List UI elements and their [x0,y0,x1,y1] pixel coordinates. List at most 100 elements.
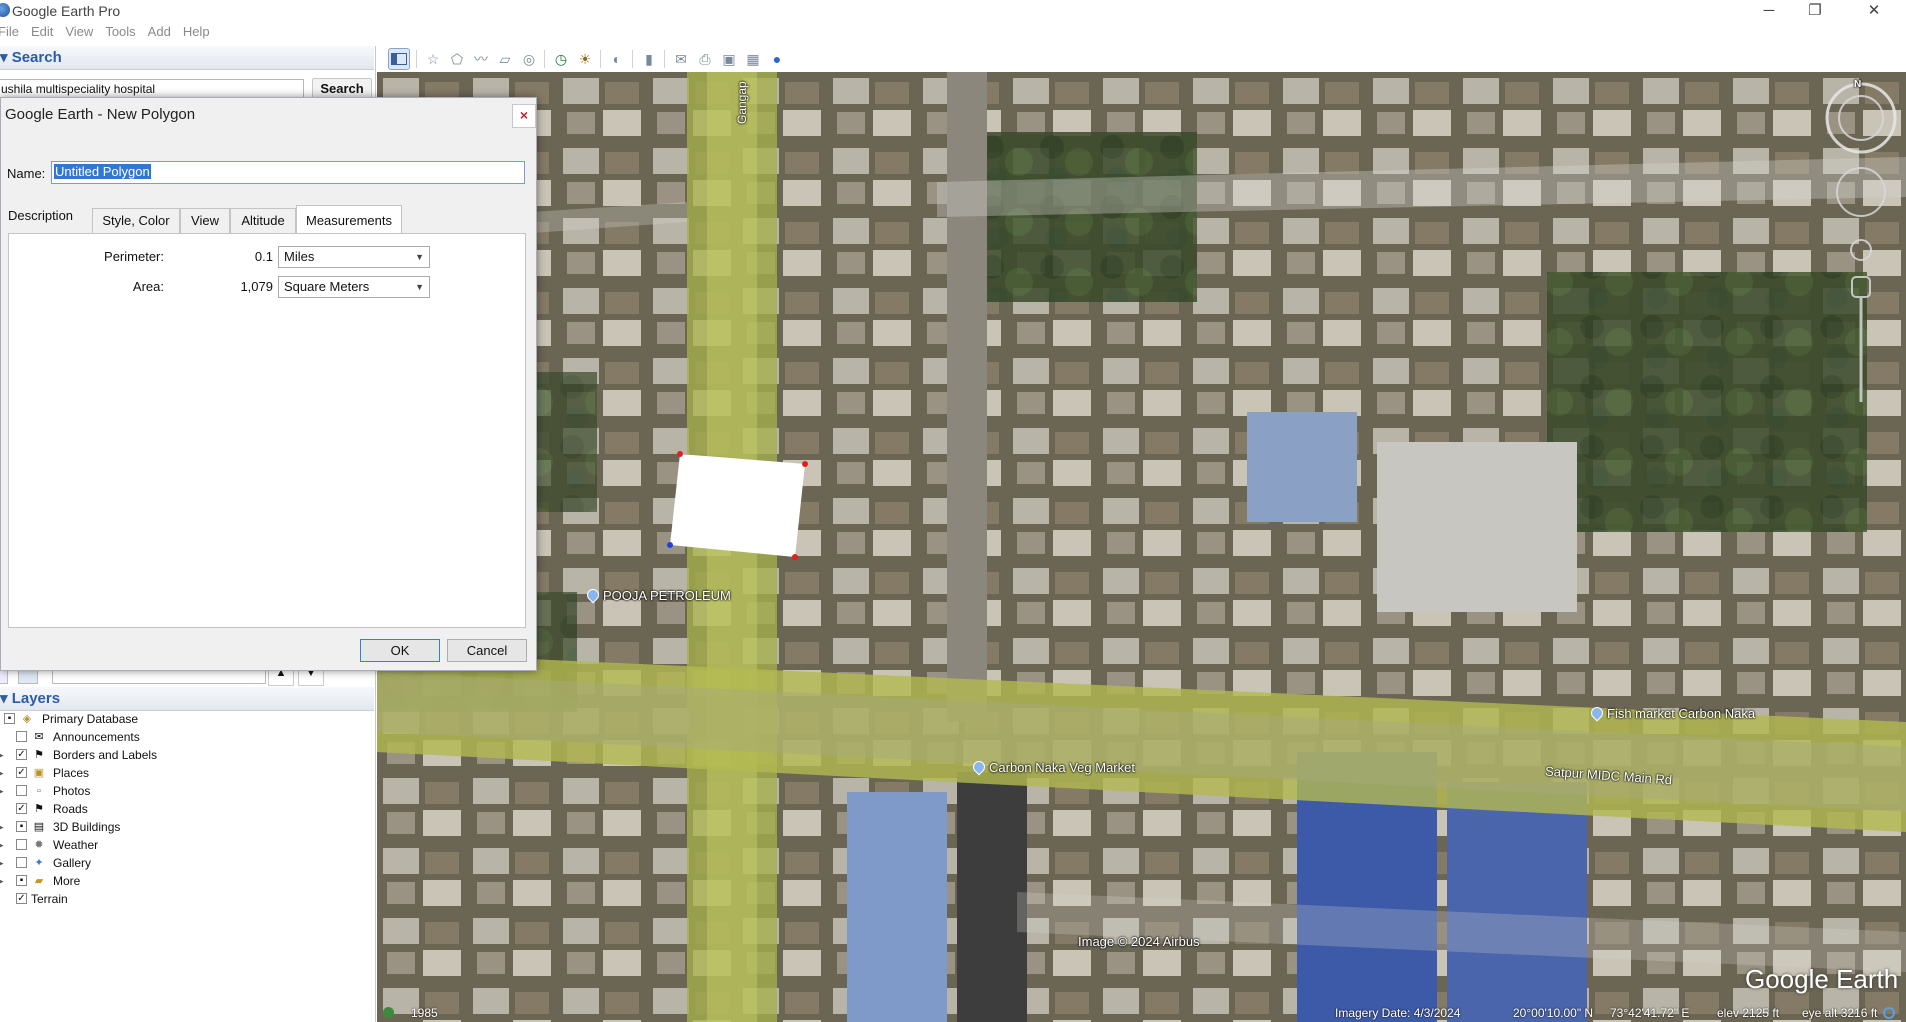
expand-arrow-icon[interactable]: ▸ [0,818,4,836]
area-value: 1,079 [240,279,273,294]
menu-edit[interactable]: Edit [31,24,53,39]
road-label-vertical: Gangap [735,81,749,124]
movie-maker-icon[interactable]: ▦ [742,48,764,70]
layers-list: ▪ ◈ Primary Database ✉ Announcements ▸ ✓… [0,710,374,908]
checkbox[interactable]: ▪ [4,713,15,724]
menu-bar: File Edit View Tools Add Help [0,24,380,44]
checkbox[interactable] [16,785,27,796]
layer-borders-and-labels[interactable]: ▸ ✓ ⚑ Borders and Labels [0,746,374,764]
historical-imagery-icon[interactable] [383,1007,394,1018]
expand-arrow-icon[interactable]: ▸ [0,836,4,854]
layer-terrain[interactable]: ✓ Terrain [0,890,374,908]
poi-veg-market[interactable]: Carbon Naka Veg Market [970,758,1135,776]
place-pin-icon [1588,704,1606,722]
checkbox[interactable] [16,731,27,742]
layer-photos[interactable]: ▸ ▫ Photos [0,782,374,800]
expand-arrow-icon[interactable]: ▸ [0,872,4,890]
tab-description[interactable]: Description [8,208,92,223]
imagery-copyright: Image © 2024 Airbus [1078,934,1200,949]
ok-button[interactable]: OK [360,639,440,662]
envelope-icon: ✉ [34,731,44,743]
tab-style-color[interactable]: Style, Color [92,208,180,233]
checkbox[interactable] [16,839,27,850]
search-input[interactable]: ushila multispeciality hospital [0,79,304,99]
planets-icon[interactable]: ◐ [606,48,628,70]
place-pin-icon [584,586,602,604]
map-view[interactable]: N Gangap POOJA PETROLEUM Fish market Car… [377,72,1906,1022]
layer-label: Borders and Labels [53,748,158,762]
checkbox[interactable]: ▪ [16,875,27,886]
layer-label: 3D Buildings [53,820,121,834]
name-label: Name: [7,166,46,181]
elevation-readout: elev 2125 ft [1717,1006,1780,1020]
record-tour-icon[interactable]: ◎ [518,48,540,70]
layer-3d-buildings[interactable]: ▸ ▪ ▤ 3D Buildings [0,818,374,836]
chevron-down-icon: ▼ [415,282,424,292]
print-icon[interactable]: ⎙ [694,48,716,70]
layer-gallery[interactable]: ▸ ✦ Gallery [0,854,374,872]
menu-help[interactable]: Help [183,24,210,39]
dialog-close-button[interactable]: × [512,104,536,128]
poi-pooja-petroleum[interactable]: POOJA PETROLEUM [584,586,731,604]
compass-north-label[interactable]: N [1854,79,1861,90]
restore-button[interactable]: ❐ [1786,0,1844,22]
polygon-icon[interactable]: ⬠ [446,48,468,70]
checkbox[interactable] [16,857,27,868]
weather-gear-icon: ✹ [34,839,44,851]
poi-fish-market[interactable]: Fish market Carbon Naka [1588,704,1755,722]
perimeter-unit-select[interactable]: Miles ▼ [278,246,430,268]
database-icon: ◈ [22,713,32,725]
checkbox[interactable]: ✓ [16,767,27,778]
layers-panel-title: Layers [11,690,61,707]
search-panel-header[interactable]: ▾ Search [0,46,374,70]
layer-weather[interactable]: ▸ ✹ Weather [0,836,374,854]
save-image-icon[interactable]: ▣ [718,48,740,70]
expand-arrow-icon[interactable]: ▸ [0,764,4,782]
close-window-button[interactable]: ✕ [1845,0,1903,22]
flag-icon: ⚑ [34,749,44,761]
chevron-down-icon: ▼ [415,252,424,262]
name-field[interactable]: Untitled Polygon [51,161,525,184]
menu-tools[interactable]: Tools [105,24,135,39]
placemark-icon[interactable]: ☆ [422,48,444,70]
web-globe-icon[interactable]: ● [766,48,788,70]
tab-measurements[interactable]: Measurements [296,205,402,234]
tab-altitude[interactable]: Altitude [230,208,296,233]
area-unit-select[interactable]: Square Meters ▼ [278,276,430,298]
cancel-button[interactable]: Cancel [447,639,527,662]
folder-icon: ▤ [33,821,45,833]
layers-panel-header[interactable]: ▾ Layers [0,687,374,711]
layer-more[interactable]: ▸ ▪ ▰ More [0,872,374,890]
ruler-icon[interactable]: ▮ [638,48,660,70]
longitude-readout: 73°42'41.72" E [1610,1006,1690,1020]
checkbox[interactable]: ✓ [16,893,27,904]
menu-file[interactable]: File [0,24,19,39]
google-earth-logo: Google Earth [1745,964,1899,994]
checkbox[interactable]: ✓ [16,803,27,814]
sidebar-toggle-icon[interactable] [388,48,410,70]
menu-view[interactable]: View [65,24,93,39]
area-label: Area: [132,279,164,294]
road-sign-icon: ⚑ [34,803,44,815]
expand-arrow-icon[interactable]: ▸ [0,746,4,764]
layer-roads[interactable]: ✓ ⚑ Roads [0,800,374,818]
image-overlay-icon[interactable]: ▱ [494,48,516,70]
layer-announcements[interactable]: ✉ Announcements [0,728,374,746]
menu-add[interactable]: Add [148,24,171,39]
historical-imagery-icon[interactable]: ◷ [550,48,572,70]
dialog-tabs: Description Style, Color View Altitude M… [8,205,402,234]
layer-label: Roads [53,802,88,816]
star-icon: ✦ [34,857,44,869]
checkbox[interactable]: ▪ [16,821,27,832]
expand-arrow-icon[interactable]: ▸ [0,854,4,872]
path-icon[interactable]: 〰 [470,48,492,70]
tab-view[interactable]: View [180,208,230,233]
layer-label: Primary Database [42,712,139,726]
layer-primary-database[interactable]: ▪ ◈ Primary Database [0,710,374,728]
checkbox[interactable]: ✓ [16,749,27,760]
sunlight-icon[interactable]: ☀ [574,48,596,70]
layer-places[interactable]: ▸ ✓ ▣ Places [0,764,374,782]
expand-arrow-icon[interactable]: ▸ [0,782,4,800]
email-icon[interactable]: ✉ [670,48,692,70]
layer-label: More [53,874,81,888]
